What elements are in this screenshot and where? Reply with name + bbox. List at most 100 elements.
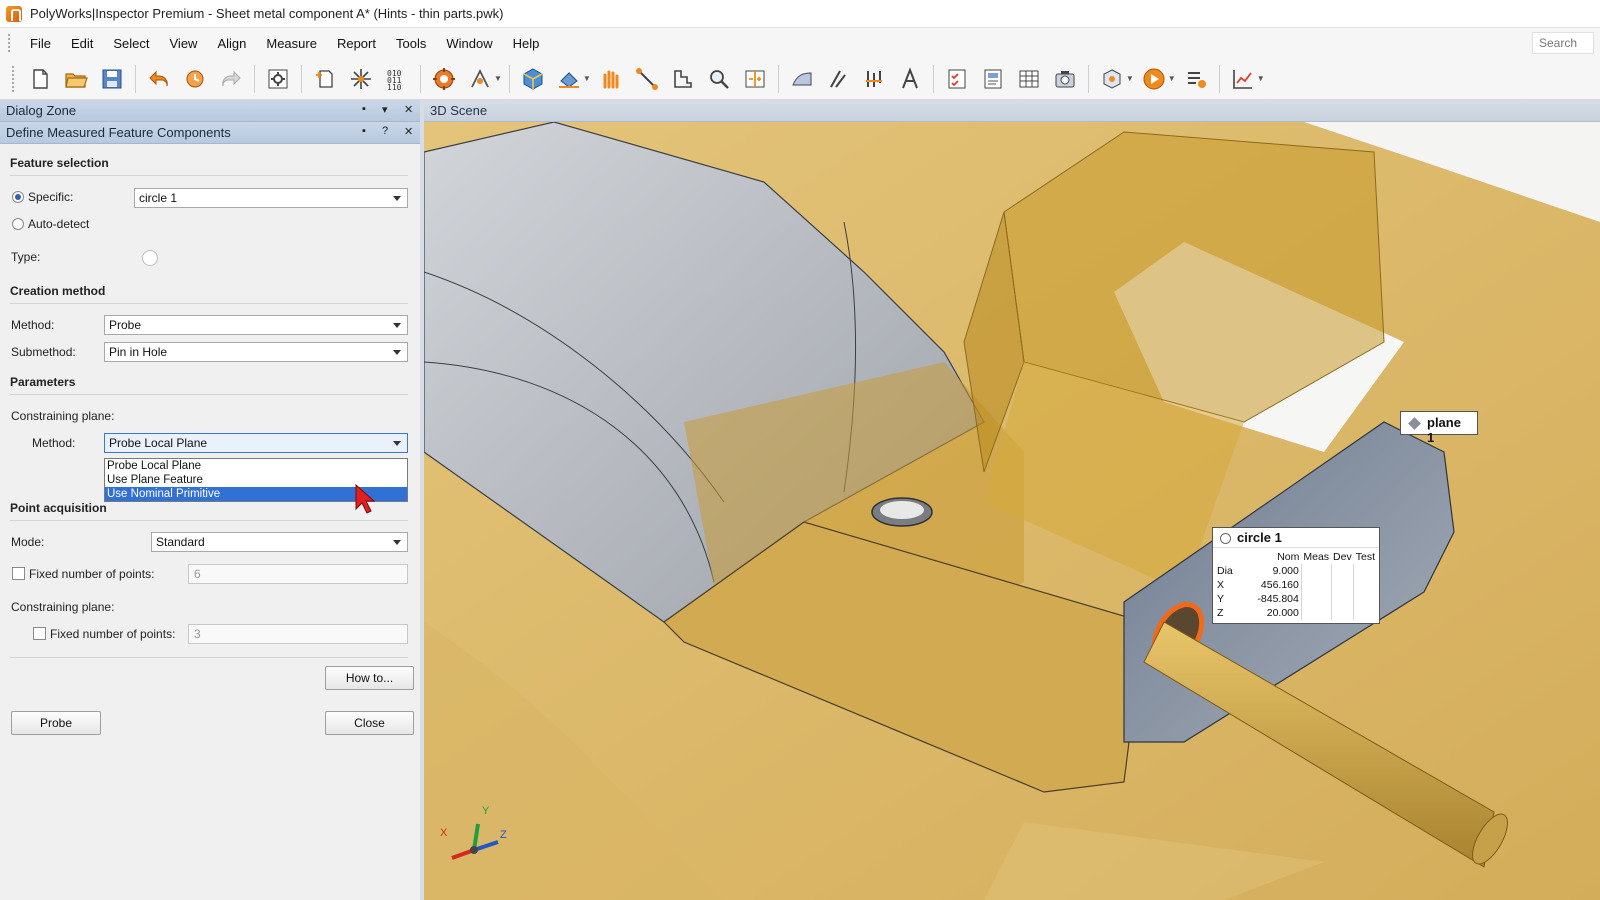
point-acquisition-heading: Point acquisition [10, 501, 107, 515]
menu-select[interactable]: Select [103, 36, 159, 51]
toolbar-separator [420, 64, 421, 93]
3d-object-icon[interactable] [518, 64, 548, 94]
3d-viewport[interactable]: plane 1 circle 1 Nom Meas Dev Test Dia 9… [424, 122, 1600, 900]
test-value [1353, 606, 1377, 620]
cross-section-icon[interactable] [668, 64, 698, 94]
surface-deviation-icon[interactable] [787, 64, 817, 94]
edge-tool-icon[interactable] [823, 64, 853, 94]
close-panel-icon[interactable]: ✕ [404, 103, 413, 116]
pin-icon[interactable]: ▪ [362, 125, 366, 137]
menu-help[interactable]: Help [503, 36, 550, 51]
meas-value [1300, 592, 1332, 606]
sequence-list-icon[interactable] [1181, 64, 1211, 94]
fixed-points-input[interactable]: 6 [188, 564, 408, 584]
toolbar-separator [254, 64, 255, 93]
dropdown-caret-icon[interactable]: ▼ [1257, 74, 1265, 83]
undo-history-icon[interactable] [180, 64, 210, 94]
menu-report[interactable]: Report [327, 36, 386, 51]
menu-view[interactable]: View [160, 36, 208, 51]
save-icon[interactable] [97, 64, 127, 94]
menu-measure[interactable]: Measure [256, 36, 327, 51]
probe-button[interactable]: Probe [11, 711, 101, 735]
checklist-icon[interactable] [942, 64, 972, 94]
probe-star-icon[interactable] [346, 64, 376, 94]
undo-icon[interactable] [144, 64, 174, 94]
toolbar-separator [508, 64, 510, 93]
circle-measurement-table: Nom Meas Dev Test Dia 9.000 X 456.160 Y … [1215, 550, 1377, 620]
test-value [1353, 592, 1377, 606]
auto-detect-radio[interactable] [12, 218, 24, 230]
table-row: Y -845.804 [1215, 592, 1377, 606]
circle-1-label-tag[interactable]: circle 1 Nom Meas Dev Test Dia 9.000 X 4… [1212, 527, 1380, 624]
toolbar-separator [1218, 64, 1220, 93]
dropdown-caret-icon[interactable]: ▼ [494, 74, 502, 83]
play-icon[interactable] [1139, 64, 1169, 94]
divider [10, 394, 408, 395]
3d-model-render [424, 122, 1600, 900]
y-axis-label: Y [482, 805, 490, 817]
settings-cube-icon[interactable] [1097, 64, 1127, 94]
fixed-points-label: Fixed number of points: [29, 567, 155, 581]
fixed-points-checkbox-2[interactable] [33, 627, 46, 640]
help-icon[interactable]: ? [382, 125, 388, 137]
compare-icon[interactable] [740, 64, 770, 94]
menu-file[interactable]: File [20, 36, 61, 51]
fingers-icon[interactable] [596, 64, 626, 94]
creation-method-select[interactable]: Probe [104, 315, 408, 335]
text-annotation-icon[interactable] [895, 64, 925, 94]
header-blank [1215, 550, 1241, 564]
open-folder-icon[interactable] [61, 64, 91, 94]
toolbar-grip-handle[interactable] [12, 65, 16, 92]
svg-text:110: 110 [387, 83, 402, 91]
table-icon[interactable] [1014, 64, 1044, 94]
auto-detect-label: Auto-detect [28, 217, 90, 231]
scan-tool-icon[interactable] [554, 64, 584, 94]
dialog-subheader: Define Measured Feature Components ▪ ? ✕ [0, 122, 420, 144]
binary-data-icon[interactable]: 010 011 110 [382, 64, 412, 94]
toolbar-separator [301, 64, 302, 93]
fixed-points-checkbox[interactable] [12, 567, 25, 580]
dev-value [1330, 564, 1354, 578]
table-row: Dia 9.000 [1215, 564, 1377, 578]
measure-line-icon[interactable] [632, 64, 662, 94]
panel-menu-caret-icon[interactable]: ▾ [382, 103, 388, 116]
device-gear-icon[interactable] [429, 64, 459, 94]
how-to-button[interactable]: How to... [325, 666, 414, 690]
dropdown-caret-icon[interactable]: ▼ [1168, 74, 1176, 83]
close-dialog-icon[interactable]: ✕ [404, 125, 413, 138]
pin-icon[interactable]: ▪ [362, 103, 366, 115]
zoom-find-icon[interactable] [704, 64, 734, 94]
menu-tools[interactable]: Tools [386, 36, 436, 51]
menu-grip-handle[interactable] [8, 34, 12, 52]
search-input[interactable]: Search [1532, 32, 1594, 54]
fixed-points-input-2[interactable]: 3 [188, 624, 408, 644]
constraining-plane-label-2: Constraining plane: [11, 600, 115, 614]
submethod-select[interactable]: Pin in Hole [104, 342, 408, 362]
dropdown-caret-icon[interactable]: ▼ [1126, 74, 1134, 83]
align-arrows-icon[interactable] [465, 64, 495, 94]
menu-align[interactable]: Align [207, 36, 256, 51]
menu-edit[interactable]: Edit [61, 36, 103, 51]
option-probe-local-plane[interactable]: Probe Local Plane [105, 459, 407, 473]
circle-ring-icon [1220, 533, 1231, 544]
constraining-plane-label: Constraining plane: [11, 409, 115, 423]
properties-icon[interactable] [263, 64, 293, 94]
row-label: Y [1217, 593, 1225, 605]
toolbar-separator [777, 64, 779, 93]
plane-1-label-tag[interactable]: plane 1 [1400, 411, 1478, 445]
creation-method-heading: Creation method [10, 284, 106, 298]
redo-icon[interactable] [216, 64, 246, 94]
specific-feature-select[interactable]: circle 1 [134, 188, 408, 208]
camera-icon[interactable] [1050, 64, 1080, 94]
chart-icon[interactable] [1228, 64, 1258, 94]
acquisition-mode-select[interactable]: Standard [151, 532, 408, 552]
trim-tool-icon[interactable] [859, 64, 889, 94]
dropdown-caret-icon[interactable]: ▼ [583, 74, 591, 83]
menu-window[interactable]: Window [436, 36, 502, 51]
plane-method-select[interactable]: Probe Local Plane [104, 433, 408, 453]
specific-radio[interactable] [12, 191, 24, 203]
close-button[interactable]: Close [325, 711, 414, 735]
report-page-icon[interactable] [978, 64, 1008, 94]
new-document-icon[interactable] [310, 64, 340, 94]
new-file-icon[interactable] [25, 64, 55, 94]
